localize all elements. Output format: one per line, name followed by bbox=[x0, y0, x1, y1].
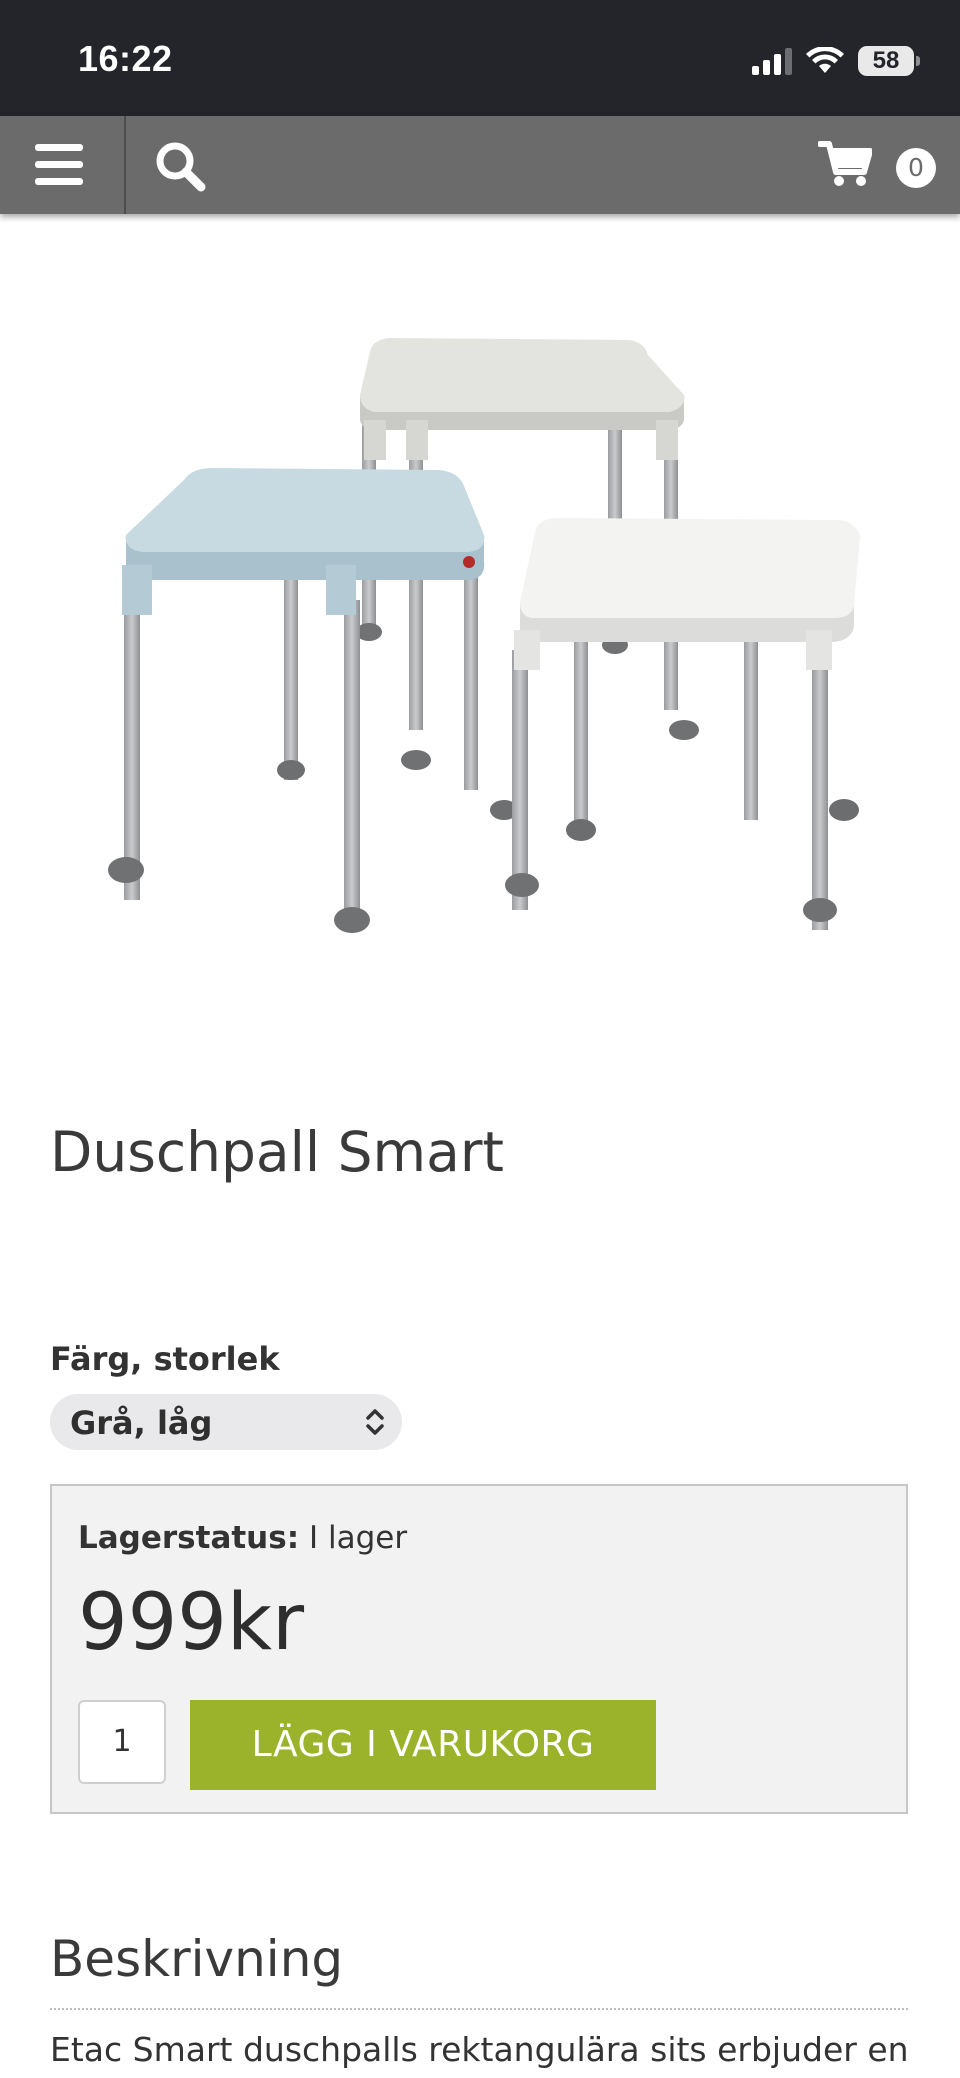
stock-value: I lager bbox=[308, 1520, 408, 1556]
stock-status: Lagerstatus: I lager bbox=[78, 1520, 407, 1556]
stock-label: Lagerstatus: bbox=[78, 1520, 300, 1556]
description-text: Etac Smart duschpalls rektangulära sits … bbox=[50, 2030, 908, 2069]
variant-selected-value: Grå, låg bbox=[70, 1404, 213, 1442]
stool-blue bbox=[108, 468, 518, 933]
description-divider bbox=[50, 2008, 908, 2010]
variant-label: Färg, storlek bbox=[50, 1340, 280, 1378]
description-heading: Beskrivning bbox=[50, 1930, 344, 1988]
cart-button[interactable]: 0 bbox=[800, 116, 960, 214]
purchase-box: Lagerstatus: I lager 999kr 1 LÄGG I VARU… bbox=[50, 1484, 908, 1814]
status-icons: 58 bbox=[752, 44, 920, 78]
product-title: Duschpall Smart bbox=[50, 1120, 504, 1184]
status-bar: 16:22 58 bbox=[0, 0, 960, 116]
search-button[interactable] bbox=[126, 116, 230, 214]
quantity-input[interactable]: 1 bbox=[78, 1700, 166, 1784]
cellular-signal-icon bbox=[752, 47, 792, 75]
battery-icon: 58 bbox=[858, 46, 920, 76]
wifi-icon bbox=[806, 47, 844, 73]
top-navbar: 0 bbox=[0, 116, 960, 214]
add-to-cart-button[interactable]: LÄGG I VARUKORG bbox=[190, 1700, 656, 1790]
search-icon bbox=[156, 142, 206, 192]
price: 999kr bbox=[78, 1578, 305, 1668]
cart-icon bbox=[818, 141, 872, 186]
cart-count-badge: 0 bbox=[896, 148, 936, 188]
menu-button[interactable] bbox=[0, 116, 126, 214]
product-image bbox=[108, 338, 860, 933]
hamburger-icon bbox=[35, 144, 83, 185]
variant-select[interactable]: Grå, låg bbox=[50, 1394, 402, 1450]
select-chevrons-icon bbox=[366, 1409, 384, 1435]
status-time: 16:22 bbox=[78, 38, 173, 79]
